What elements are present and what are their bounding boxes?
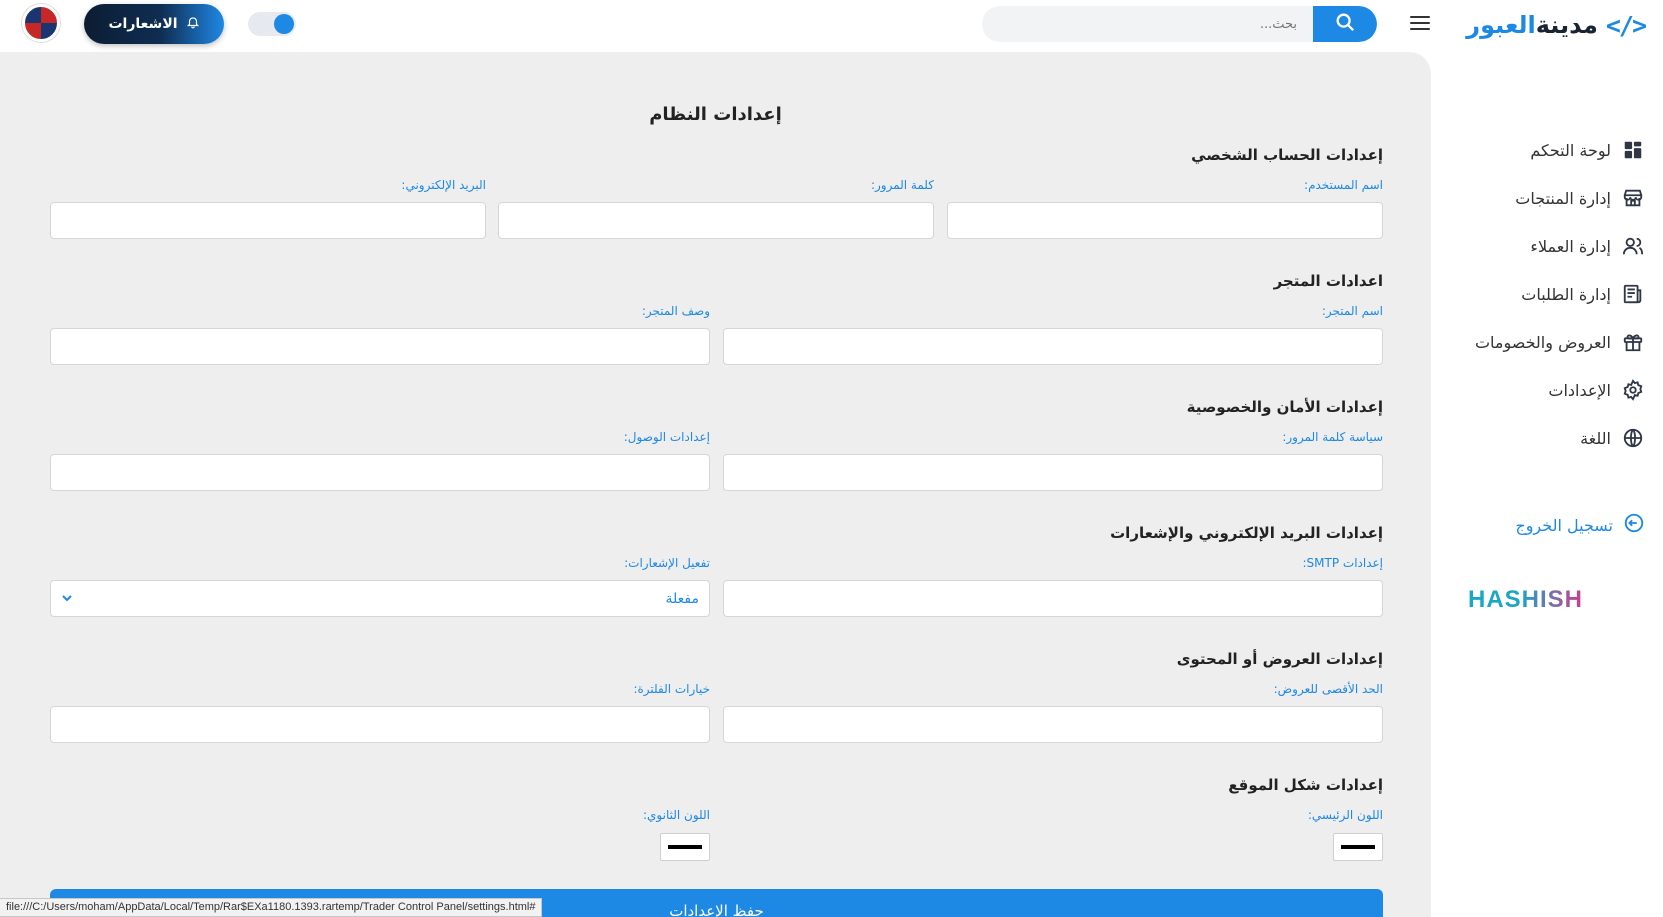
bell-icon (186, 15, 200, 33)
max-offers-label: الحد الأقصى للعروض: (1273, 682, 1383, 696)
notifications-select-value: مفعلة (665, 590, 699, 607)
sidebar-item-label: العروض والخصومات (1474, 332, 1611, 352)
search-bar (982, 6, 1377, 42)
logout-button[interactable]: تسجيل الخروج (1515, 512, 1645, 538)
page-title: إعدادات النظام (649, 104, 782, 125)
section-title-store: اعدادات المتجر (1273, 272, 1383, 290)
code-icon: </> (1605, 10, 1647, 40)
section-title-offers: إعدادات العروض أو المحتوى (1176, 650, 1383, 668)
smtp-label: إعدادات SMTP: (1302, 556, 1383, 570)
password-policy-input[interactable] (723, 454, 1383, 491)
access-label: إعدادات الوصول: (623, 430, 710, 444)
period-options-field-group: خيارات الفلترة: (50, 682, 710, 743)
notifications-toggle-label: تفعيل الإشعارات: (624, 556, 710, 570)
secondary-color-picker[interactable] (660, 833, 710, 861)
primary-color-picker[interactable] (1333, 833, 1383, 861)
sidebar-item-label: الإعدادات (1548, 380, 1611, 400)
username-field-group: اسم المستخدم: (947, 178, 1383, 239)
sidebar-item-language[interactable]: اللغة (1445, 414, 1645, 462)
email-input[interactable] (50, 202, 486, 239)
store-desc-field-group: وصف المتجر: (50, 304, 710, 365)
username-input[interactable] (947, 202, 1383, 239)
sidebar-item-customers[interactable]: إدارة العملاء (1445, 222, 1645, 270)
globe-icon (1621, 426, 1645, 450)
username-label: اسم المستخدم: (1304, 178, 1383, 192)
sidebar-nav: لوحة التحكم إدارة المنتجات إدارة العملاء… (1445, 126, 1645, 462)
chevron-down-icon (61, 589, 73, 608)
password-policy-label: سياسة كلمة المرور: (1282, 430, 1383, 444)
sidebar-item-settings[interactable]: الإعدادات (1445, 366, 1645, 414)
sidebar-item-offers[interactable]: العروض والخصومات (1445, 318, 1645, 366)
secondary-color-value (668, 845, 702, 849)
toggle-knob (274, 14, 294, 34)
sidebar-item-label: اللغة (1580, 428, 1611, 448)
notifications-select[interactable]: مفعلة (50, 580, 710, 617)
sidebar-item-dashboard[interactable]: لوحة التحكم (1445, 126, 1645, 174)
sidebar: </> مدينةالعبور لوحة التحكم إدارة المنتج… (1431, 0, 1663, 917)
gift-icon (1621, 330, 1645, 354)
menu-toggle-button[interactable] (1408, 12, 1432, 36)
max-offers-input[interactable] (723, 706, 1383, 743)
users-icon (1621, 234, 1645, 258)
logout-label: تسجيل الخروج (1515, 515, 1613, 535)
brand-name: مدينةالعبور (1466, 11, 1598, 39)
secondary-color-label: اللون الثانوي: (642, 808, 710, 822)
logout-icon (1623, 512, 1645, 538)
dashboard-icon (1621, 138, 1645, 162)
email-label: البريد الإلكتروني: (401, 178, 486, 192)
primary-color-value (1341, 845, 1375, 849)
password-input[interactable] (498, 202, 934, 239)
store-desc-label: وصف المتجر: (641, 304, 710, 318)
email-field-group: البريد الإلكتروني: (50, 178, 486, 239)
notifications-button[interactable]: الاشعارات (84, 4, 224, 44)
search-button[interactable] (1313, 6, 1377, 42)
store-icon (1621, 186, 1645, 210)
primary-color-field-group: اللون الرئيسي: (723, 808, 1383, 826)
access-field-group: إعدادات الوصول: (50, 430, 710, 491)
section-title-appearance: إعدادات شكل الموقع (1228, 776, 1383, 794)
theme-toggle[interactable] (248, 12, 296, 36)
password-policy-field-group: سياسة كلمة المرور: (723, 430, 1383, 491)
sidebar-item-label: إدارة المنتجات (1515, 188, 1611, 208)
store-desc-input[interactable] (50, 328, 710, 365)
access-input[interactable] (50, 454, 710, 491)
brand-name-part1: مدينة (1535, 11, 1598, 39)
section-title-security: إعدادات الأمان والخصوصية (1186, 398, 1383, 416)
avatar[interactable] (22, 4, 60, 42)
secondary-color-field-group: اللون الثانوي: (50, 808, 710, 826)
store-name-label: اسم المتجر: (1321, 304, 1383, 318)
browser-status-bar: file:///C:/Users/moham/AppData/Local/Tem… (0, 898, 543, 917)
brand-name-part2: العبور (1466, 11, 1536, 39)
period-options-input[interactable] (50, 706, 710, 743)
max-offers-field-group: الحد الأقصى للعروض: (723, 682, 1383, 743)
notifications-label: الاشعارات (108, 16, 178, 32)
smtp-input[interactable] (723, 580, 1383, 617)
period-options-label: خيارات الفلترة: (633, 682, 710, 696)
smtp-field-group: إعدادات SMTP: (723, 556, 1383, 617)
sidebar-item-products[interactable]: إدارة المنتجات (1445, 174, 1645, 222)
section-title-email: إعدادات البريد الإلكتروني والإشعارات (1110, 524, 1383, 542)
hashish-logo: HASHISH (1467, 586, 1583, 613)
password-field-group: كلمة المرور: (498, 178, 934, 239)
top-bar: الاشعارات (0, 0, 1431, 52)
orders-icon (1621, 282, 1645, 306)
gear-icon (1621, 378, 1645, 402)
section-title-account: إعدادات الحساب الشخصي (1191, 146, 1383, 164)
brand-logo[interactable]: </> مدينةالعبور (1466, 8, 1647, 42)
notifications-field-group: تفعيل الإشعارات: مفعلة (50, 556, 710, 617)
sidebar-item-label: لوحة التحكم (1530, 140, 1611, 160)
search-input[interactable] (982, 6, 1313, 42)
password-label: كلمة المرور: (870, 178, 934, 192)
sidebar-item-orders[interactable]: إدارة الطلبات (1445, 270, 1645, 318)
store-name-input[interactable] (723, 328, 1383, 365)
settings-panel: إعدادات النظام إعدادات الحساب الشخصي اسم… (0, 52, 1431, 917)
store-name-field-group: اسم المتجر: (723, 304, 1383, 365)
primary-color-label: اللون الرئيسي: (1307, 808, 1383, 822)
search-icon (1334, 11, 1356, 37)
sidebar-item-label: إدارة العملاء (1530, 236, 1611, 256)
sidebar-item-label: إدارة الطلبات (1521, 284, 1611, 304)
